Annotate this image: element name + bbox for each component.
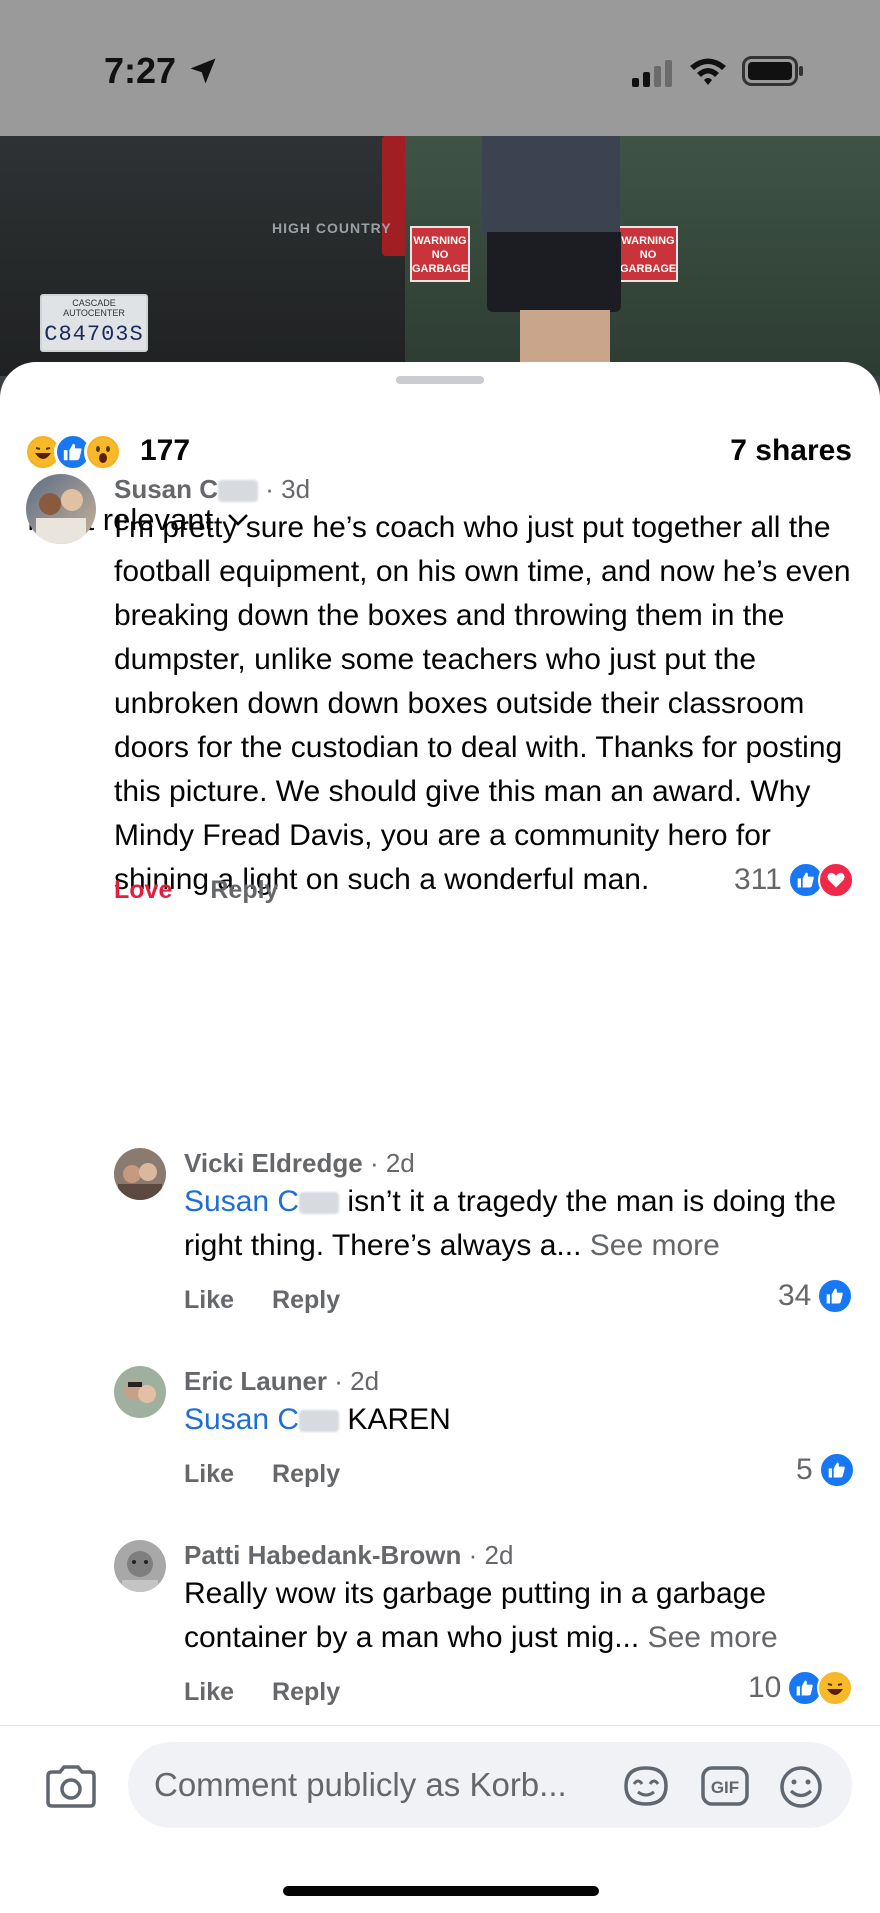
redacted-name — [218, 480, 259, 503]
avatar[interactable] — [114, 1148, 166, 1200]
wow-reaction-icon — [84, 433, 122, 471]
wifi-icon — [690, 58, 726, 85]
comment-reactions[interactable]: 10 — [748, 1670, 854, 1706]
commenter-name[interactable]: Susan C — [114, 474, 218, 504]
redacted-name — [299, 1192, 340, 1215]
mention-link[interactable]: Susan C — [184, 1403, 299, 1436]
comment-time: · 3d — [265, 474, 311, 504]
like-button[interactable]: Like — [184, 1286, 234, 1315]
status-bar: 7:27 — [0, 0, 880, 136]
camera-icon[interactable] — [44, 1764, 98, 1808]
comment-time: · 2d — [468, 1540, 514, 1570]
commenter-name[interactable]: Eric Launer — [184, 1366, 327, 1396]
like-button[interactable]: Like — [184, 1460, 234, 1489]
like-reaction-icon — [817, 1278, 854, 1314]
reply-button[interactable]: Reply — [272, 1286, 340, 1315]
warning-sign-left: WARNING NO GARBAGE — [410, 226, 470, 282]
comment-input[interactable]: Comment publicly as Korb... GIF — [128, 1742, 852, 1828]
sheet-drag-handle[interactable] — [396, 376, 484, 384]
shares-count[interactable]: 7 shares — [730, 434, 852, 468]
comment-text: Really wow its garbage putting in a garb… — [184, 1572, 854, 1660]
svg-text:GIF: GIF — [711, 1778, 739, 1797]
comment-actions: Love Reply — [114, 876, 278, 905]
see-more-link[interactable]: See more — [648, 1621, 778, 1654]
comment-reaction-count: 10 — [748, 1671, 782, 1704]
comment-composer: Comment publicly as Korb... GIF — [0, 1725, 880, 1835]
avatar[interactable] — [26, 474, 96, 544]
comment-reaction-count: 34 — [778, 1279, 812, 1312]
reply-button[interactable]: Reply — [210, 876, 278, 905]
comment-text: Susan C isn’t it a tragedy the man is do… — [184, 1180, 854, 1268]
plate-dealer: CASCADE AUTOCENTER — [63, 298, 125, 318]
comment-actions: Like Reply — [184, 1678, 340, 1707]
reaction-icons — [24, 430, 122, 474]
comment-meta: Eric Launer · 2d — [184, 1366, 379, 1397]
emoji-icon[interactable] — [778, 1764, 824, 1810]
avatar-sticker-icon[interactable] — [620, 1764, 672, 1808]
comment-reactions[interactable]: 5 — [796, 1452, 855, 1488]
truck-badge: HIGH COUNTRY — [272, 220, 392, 236]
reaction-count: 177 — [140, 434, 191, 467]
commenter-name[interactable]: Patti Habedank-Brown — [184, 1540, 461, 1570]
reactions-summary[interactable]: 177 7 shares — [24, 430, 856, 474]
status-time: 7:27 — [104, 50, 177, 91]
comment-meta: Vicki Eldredge · 2d — [184, 1148, 415, 1179]
plate-number: C84703S — [44, 322, 144, 347]
comment-time: · 2d — [334, 1366, 380, 1396]
love-button[interactable]: Love — [114, 876, 172, 905]
love-reaction-icon — [817, 862, 854, 898]
battery-icon — [742, 56, 803, 86]
comment-input-placeholder: Comment publicly as Korb... — [154, 1766, 567, 1803]
home-indicator[interactable] — [283, 1886, 599, 1896]
location-arrow-icon — [190, 58, 216, 84]
comment-meta: Patti Habedank-Brown · 2d — [184, 1540, 513, 1571]
comment-meta: Susan C · 3d — [114, 474, 310, 505]
commenter-name[interactable]: Vicki Eldredge — [184, 1148, 363, 1178]
reply-button[interactable]: Reply — [272, 1678, 340, 1707]
redacted-name — [299, 1410, 340, 1433]
comment-text: Susan C KAREN — [184, 1398, 854, 1442]
reply-button[interactable]: Reply — [272, 1460, 340, 1489]
license-plate: CASCADE AUTOCENTER C84703S — [40, 294, 148, 352]
see-more-link[interactable]: See more — [590, 1229, 720, 1262]
cellular-signal-icon — [632, 60, 672, 87]
comment-reaction-count: 311 — [734, 863, 782, 896]
comment-actions: Like Reply — [184, 1460, 340, 1489]
avatar[interactable] — [114, 1366, 166, 1418]
comment-body: KAREN — [347, 1403, 451, 1436]
comment-text: I’m pretty sure he’s coach who just put … — [114, 511, 851, 896]
like-reaction-icon — [818, 1452, 855, 1488]
comment-actions: Like Reply — [184, 1286, 340, 1315]
laugh-reaction-icon — [817, 1670, 854, 1706]
comment-time: · 2d — [369, 1148, 415, 1178]
comment-reaction-count: 5 — [796, 1453, 813, 1486]
comment-reactions[interactable]: 34 — [778, 1278, 854, 1314]
warning-sign-right: WARNING NO GARBAGE — [618, 226, 678, 282]
avatar[interactable] — [114, 1540, 166, 1592]
mention-link[interactable]: Susan C — [184, 1185, 299, 1218]
comments-sheet: 177 7 shares Most relevant Susan C · 3d … — [0, 362, 880, 1913]
like-button[interactable]: Like — [184, 1678, 234, 1707]
gif-icon[interactable]: GIF — [700, 1765, 750, 1807]
person-shorts — [487, 232, 621, 312]
comment-reactions[interactable]: 311 — [734, 862, 854, 898]
person-shirt — [482, 136, 620, 236]
